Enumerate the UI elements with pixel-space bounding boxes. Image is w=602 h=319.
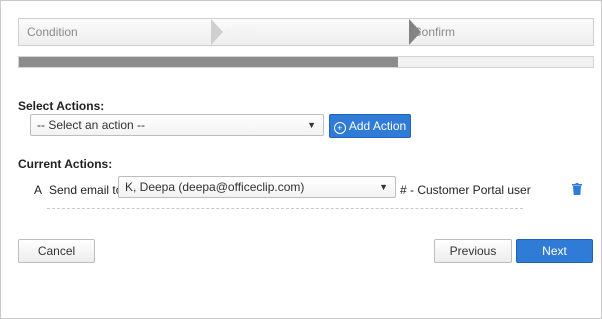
action-row-letter: A bbox=[34, 183, 43, 197]
step-condition[interactable]: Condition bbox=[27, 19, 78, 45]
previous-button[interactable]: Previous bbox=[434, 239, 512, 263]
cancel-button[interactable]: Cancel bbox=[18, 239, 95, 263]
action-select[interactable]: -- Select an action -- ▼ bbox=[30, 114, 324, 136]
add-action-label: Add Action bbox=[348, 119, 407, 133]
plus-circle-icon: + bbox=[333, 122, 346, 134]
step-action[interactable]: Action bbox=[223, 19, 256, 45]
add-action-button[interactable]: + Add Action bbox=[329, 114, 411, 138]
action-row-prefix: Send email to bbox=[49, 183, 123, 197]
dropdown-arrow-icon: ▼ bbox=[307, 120, 316, 130]
wizard-dialog: Condition Action Confirm Select Actions:… bbox=[0, 0, 602, 319]
progress-bar bbox=[18, 56, 594, 68]
current-actions-label: Current Actions: bbox=[18, 157, 113, 171]
progress-fill bbox=[19, 57, 398, 67]
next-button[interactable]: Next bbox=[516, 239, 593, 263]
row-divider bbox=[47, 208, 523, 209]
step-separator bbox=[211, 19, 223, 45]
trash-icon[interactable] bbox=[572, 183, 582, 195]
step-confirm[interactable]: Confirm bbox=[413, 19, 455, 45]
action-row-suffix: # - Customer Portal user bbox=[400, 183, 531, 197]
recipient-select-value: K, Deepa (deepa@officeclip.com) bbox=[125, 180, 305, 194]
wizard-steps: Condition Action Confirm bbox=[18, 18, 594, 46]
dropdown-arrow-icon: ▼ bbox=[379, 182, 388, 192]
recipient-select[interactable]: K, Deepa (deepa@officeclip.com) ▼ bbox=[118, 176, 396, 198]
select-actions-label: Select Actions: bbox=[18, 99, 105, 113]
action-select-value: -- Select an action -- bbox=[37, 118, 146, 132]
